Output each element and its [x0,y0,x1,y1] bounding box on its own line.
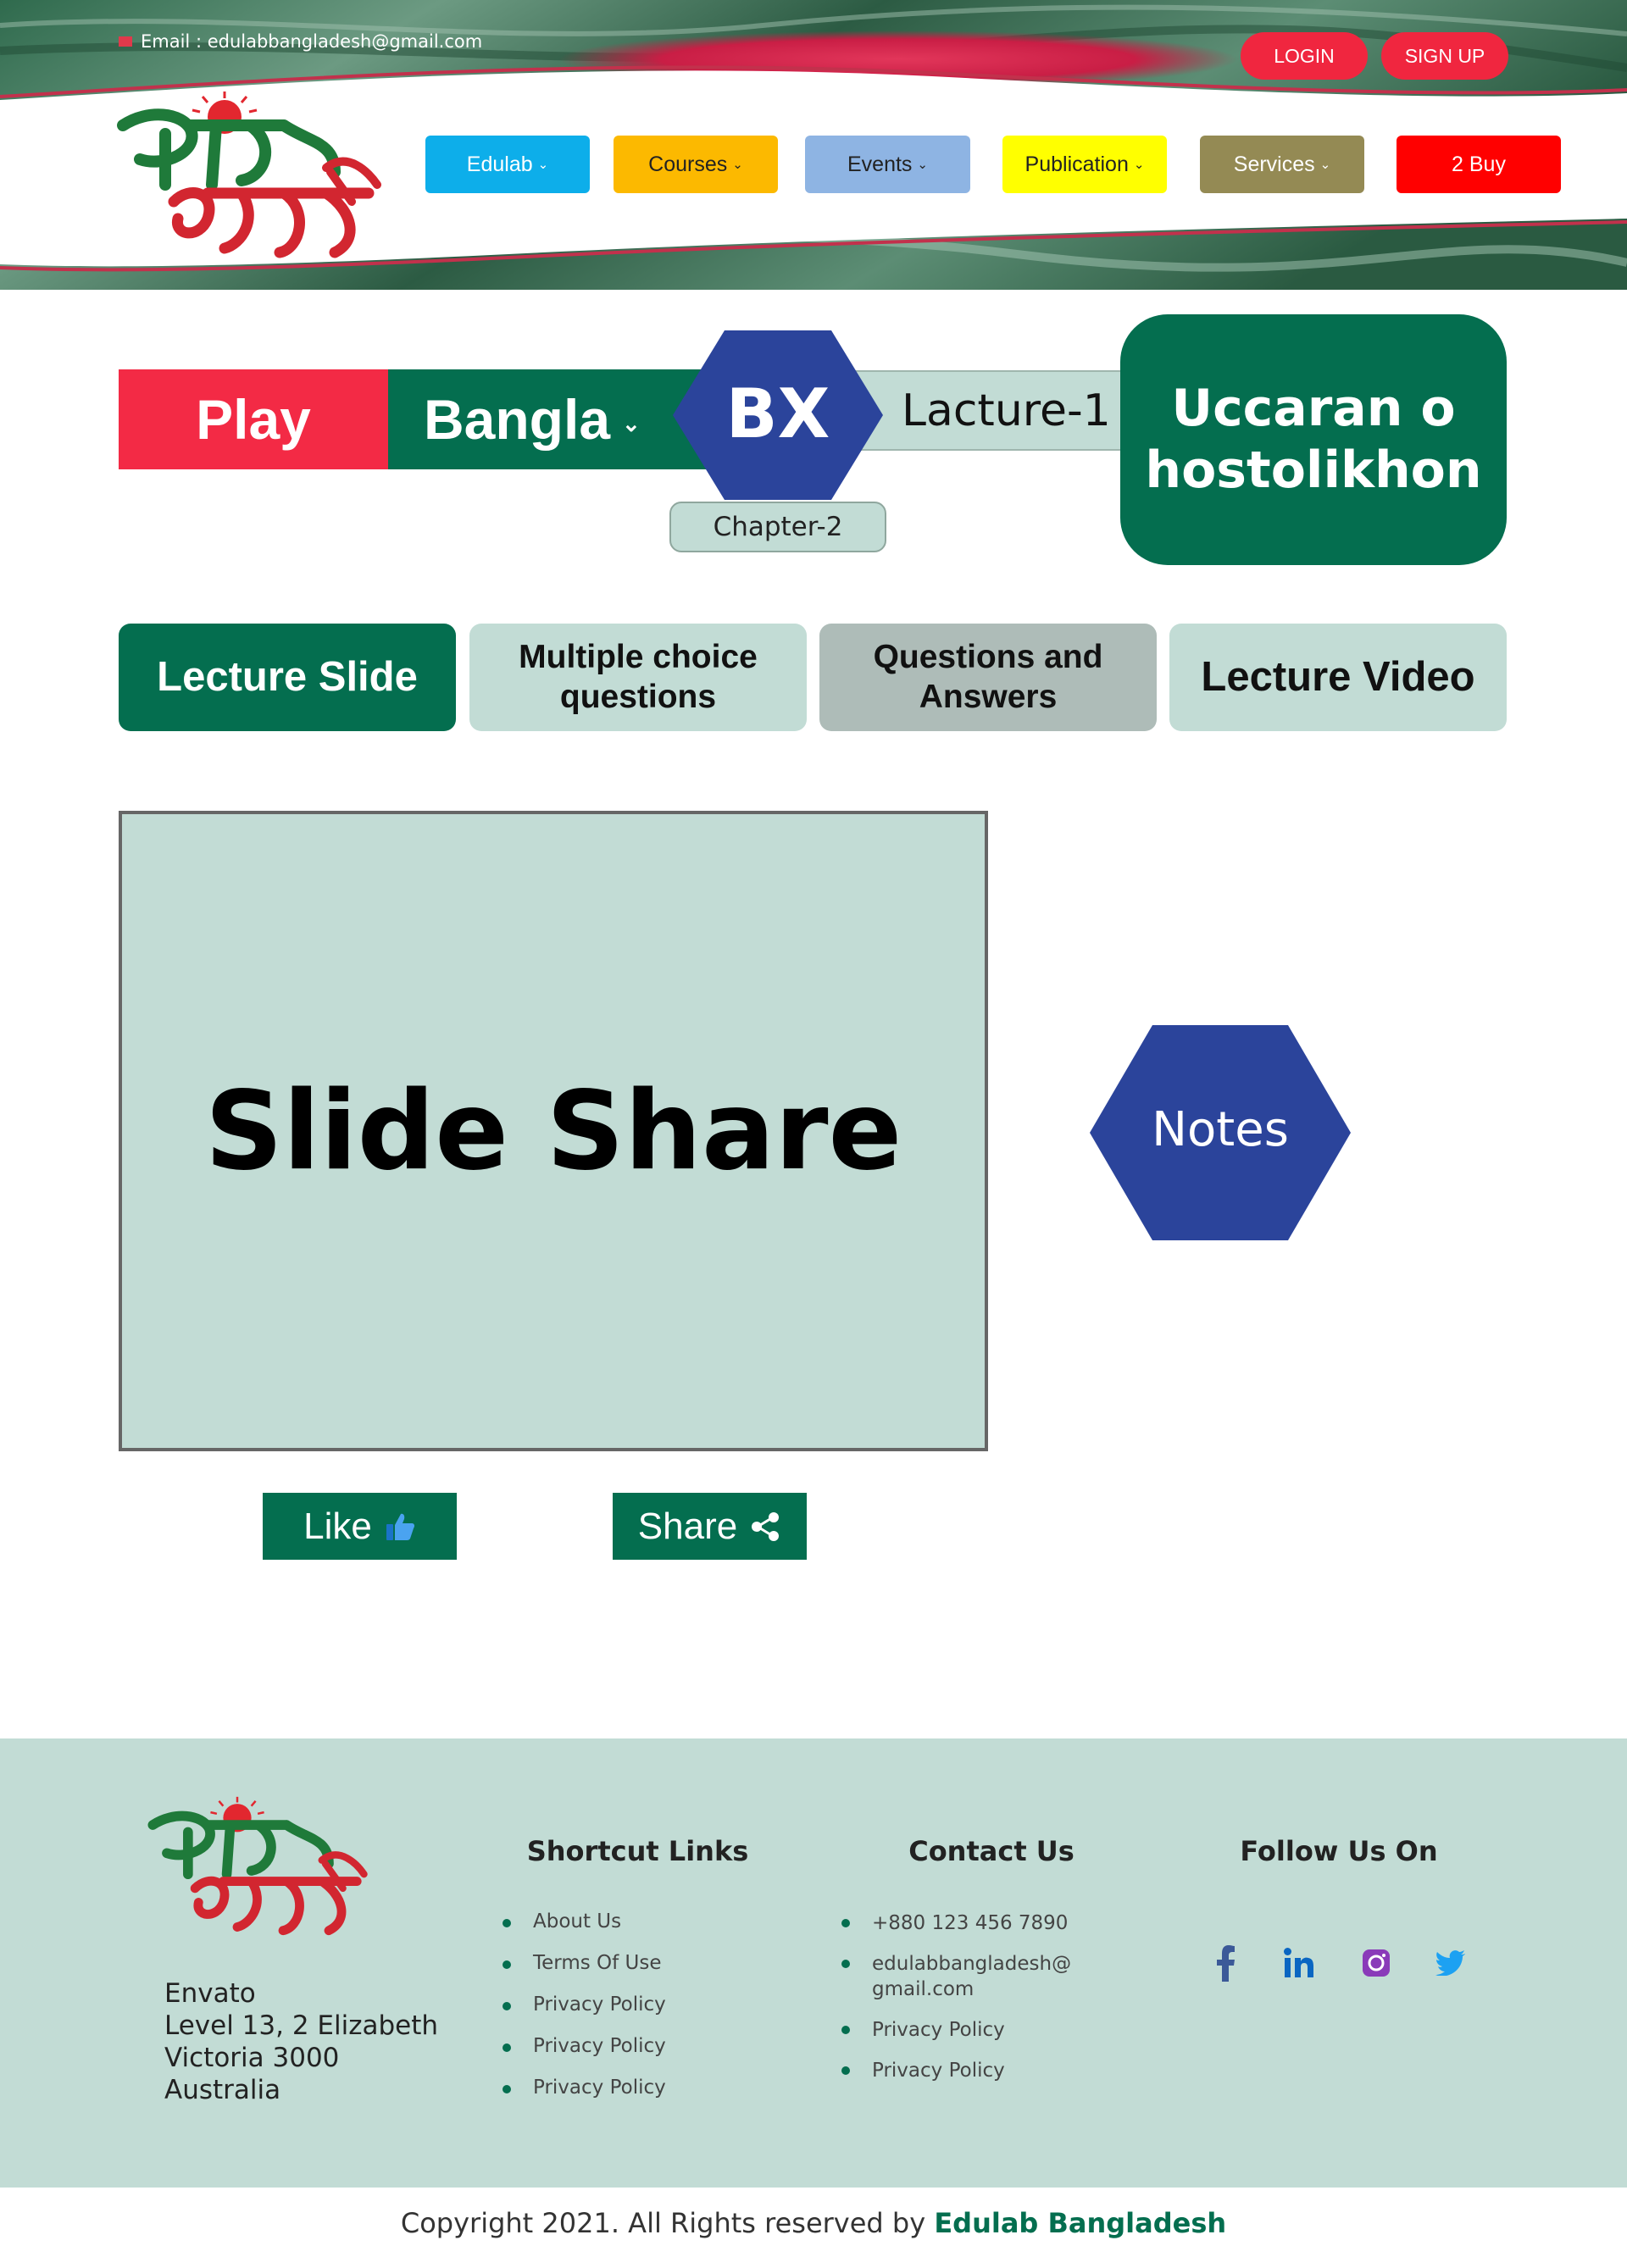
tab-lecture-slide[interactable]: Lecture Slide [119,624,456,731]
tab-lecture-video[interactable]: Lecture Video [1169,624,1507,731]
chevron-down-icon: ⌄ [732,158,743,172]
tab-label-line-2: Answers [919,678,1058,715]
shortcut-links-title: Shortcut Links [526,1835,749,1867]
nav-courses[interactable]: Courses ⌄ [614,136,778,193]
tab-label-line-2: questions [559,678,717,715]
chapter-tag[interactable]: Chapter-2 [669,502,886,552]
site-header: Email : edulabbangladesh@gmail.com LOGIN… [0,0,1627,290]
subject-dropdown[interactable]: Bangla ⌄ [388,369,712,469]
nav-edulab-label: Edulab [466,152,533,176]
address-line: Level 13, 2 Elizabeth [164,2010,439,2041]
nav-services[interactable]: Services ⌄ [1200,136,1364,193]
contact-privacy-link[interactable]: Privacy Policy [841,2058,1096,2083]
tab-multiple-choice[interactable]: Multiple choice questions [469,624,807,731]
twitter-icon[interactable] [1430,1943,1471,1983]
slide-viewer[interactable]: Slide Share [119,811,988,1451]
shortcut-links-list: About Us Terms Of Use Privacy Policy Pri… [503,1910,666,2118]
nav-publication[interactable]: Publication ⌄ [1002,136,1167,193]
topic-line-1: Uccaran o [1171,378,1456,438]
thumbs-up-icon [386,1513,414,1540]
contact-phone[interactable]: +880 123 456 7890 [841,1910,1096,1936]
nav-2-buy-label: 2 Buy [1452,152,1506,176]
subject-label: Bangla [424,388,611,451]
lecture-label[interactable]: Lacture-1 [847,370,1136,451]
footer-logo[interactable] [146,1792,375,1946]
contact-email-line-1: edulabbangladesh@ [872,1953,1072,1975]
chevron-down-icon: ⌄ [1133,158,1145,172]
nav-publication-label: Publication [1025,152,1129,176]
facebook-icon[interactable] [1205,1943,1246,1983]
copyright-prefix: Copyright 2021. All Rights reserved by [400,2207,935,2239]
header-email[interactable]: Email : edulabbangladesh@gmail.com [119,31,482,52]
nav-edulab[interactable]: Edulab ⌄ [425,136,590,193]
footer-link-privacy[interactable]: Privacy Policy [503,2077,666,2118]
lecture-text: Lacture-1 [902,385,1111,436]
topic-line-2: hostolikhon [1145,441,1482,500]
chevron-down-icon: ⌄ [622,410,641,436]
footer-link-privacy[interactable]: Privacy Policy [503,2035,666,2077]
contact-us-title: Contact Us [908,1835,1074,1867]
copyright-brand-link[interactable]: Edulab Bangladesh [934,2207,1226,2239]
footer-link-terms[interactable]: Terms Of Use [503,1952,666,1994]
like-label: Like [303,1505,372,1547]
nav-services-label: Services [1233,152,1315,176]
tab-questions-answers[interactable]: Questions and Answers [819,624,1157,731]
nav-events-label: Events [847,152,913,176]
subject-code-text: BX [726,374,830,453]
address-line: Victoria 3000 [164,2043,340,2073]
follow-us-title: Follow Us On [1240,1835,1438,1867]
notes-label: Notes [1152,1102,1289,1157]
footer-link-privacy[interactable]: Privacy Policy [503,1994,666,2035]
address-line: Australia [164,2075,281,2105]
chapter-text: Chapter-2 [713,512,843,542]
notes-button[interactable]: Notes [1088,1023,1352,1242]
email-text: Email : edulabbangladesh@gmail.com [141,31,483,52]
share-label: Share [637,1505,738,1547]
login-button[interactable]: LOGIN [1241,32,1368,80]
nav-events[interactable]: Events ⌄ [805,136,970,193]
like-button[interactable]: Like [263,1493,457,1560]
chevron-down-icon: ⌄ [537,158,549,172]
site-logo[interactable] [114,91,390,265]
linkedin-icon[interactable] [1279,1943,1319,1983]
mail-icon [119,36,132,47]
contact-email-line-2: gmail.com [872,1978,975,2000]
signup-button[interactable]: SIGN UP [1381,32,1508,80]
tab-label: Lecture Video [1201,654,1475,701]
share-icon [752,1511,780,1541]
subject-code-hexagon: BX [673,330,883,500]
tab-label-line-1: Questions and [873,638,1103,675]
footer-link-about-us[interactable]: About Us [503,1910,666,1952]
play-button[interactable]: Play [119,369,388,469]
tab-label-line-1: Multiple choice [519,638,758,675]
address-line: Envato [164,1978,256,2009]
nav-2-buy[interactable]: 2 Buy [1397,136,1561,193]
contact-privacy-link[interactable]: Privacy Policy [841,2017,1096,2043]
share-button[interactable]: Share [613,1493,807,1560]
contact-email[interactable]: edulabbangladesh@ gmail.com [841,1951,1096,2002]
chevron-down-icon: ⌄ [917,158,928,172]
copyright-text: Copyright 2021. All Rights reserved by E… [0,2207,1627,2239]
nav-courses-label: Courses [648,152,728,176]
chevron-down-icon: ⌄ [1319,158,1331,172]
instagram-icon[interactable] [1356,1943,1397,1983]
topic-title: Uccaran o hostolikhon [1120,314,1507,565]
footer-address: Envato Level 13, 2 Elizabeth Victoria 30… [164,1977,438,2106]
tab-label: Lecture Slide [157,654,418,701]
contact-list: +880 123 456 7890 edulabbangladesh@ gmail… [841,1910,1096,2099]
slide-viewer-label: Slide Share [204,1067,902,1195]
